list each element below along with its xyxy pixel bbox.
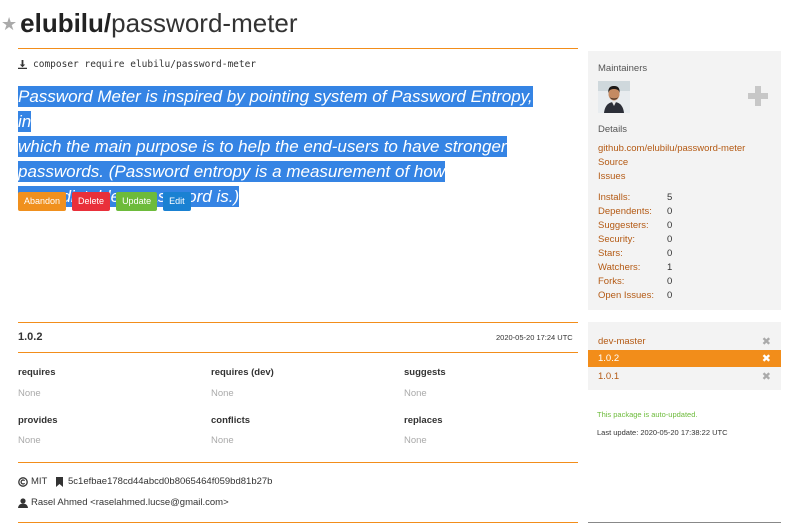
meta-divider [18,462,578,463]
commit-hash: 5c1efbae178cd44abcd0b8065464f059bd81b27b [68,476,273,487]
bookmark-icon [56,476,63,487]
stat-label[interactable]: Forks: [598,275,667,289]
stat-label[interactable]: Stars: [598,247,667,261]
stat-label[interactable]: Watchers: [598,261,667,275]
title-divider [18,48,578,49]
sidebar-footer-divider [588,522,781,523]
stat-value: 0 [667,206,673,217]
close-icon[interactable]: ✖ [762,335,771,348]
license-name: MIT [31,476,48,487]
star-icon[interactable]: ★ [1,14,17,35]
dep-value-replaces: None [404,435,427,446]
package-stats: Installs: 5 Dependents: 0 Suggesters: 0 … [598,191,672,303]
author: Rasel Ahmed <raselahmed.lucse@gmail.com> [18,497,229,508]
stat-value: 0 [667,248,673,259]
license: MIT [18,476,47,487]
package-title: ★ elubilu/ password-meter [0,8,298,44]
stat-label[interactable]: Security: [598,233,667,247]
stat-forks: Forks: 0 [598,275,672,289]
stat-label[interactable]: Dependents: [598,205,667,219]
auto-update-notice: This package is auto-updated. [597,410,698,419]
version-name: dev-master [598,336,646,347]
version-list: dev-master ✖ 1.0.2 ✖ 1.0.1 ✖ [588,322,781,390]
footer-divider [18,522,578,523]
close-icon[interactable]: ✖ [762,370,771,383]
action-buttons: Abandon Delete Update Edit [18,192,191,211]
last-update: Last update: 2020-05-20 17:38:22 UTC [597,428,728,437]
stat-watchers: Watchers: 1 [598,261,672,275]
description-line: Password Meter is inspired by pointing s… [18,86,533,132]
install-command[interactable]: composer require elubilu/password-meter [18,59,256,70]
version-divider-top [18,322,578,323]
dep-title-provides: provides [18,415,58,426]
package-sidebar: Maintainers Details github.com/elubilu/p… [588,51,781,310]
plus-icon[interactable] [748,86,768,106]
stat-value: 0 [667,220,673,231]
download-icon [18,60,27,69]
stat-security: Security: 0 [598,233,672,247]
version-item-1-0-2[interactable]: 1.0.2 ✖ [588,350,781,367]
dep-value-suggests: None [404,388,427,399]
stat-value: 0 [667,290,673,301]
package-vendor[interactable]: elubilu/ [20,8,111,39]
stat-installs: Installs: 5 [598,191,672,205]
description-line: passwords. (Password entropy is a measur… [18,161,446,182]
stat-suggesters: Suggesters: 0 [598,219,672,233]
source-link[interactable]: Source [598,157,628,168]
author-name: Rasel Ahmed <raselahmed.lucse@gmail.com> [31,497,229,508]
version-item-1-0-1[interactable]: 1.0.1 ✖ [588,368,781,385]
version-name: 1.0.2 [598,353,620,364]
copyright-icon [18,476,28,487]
dep-value-requires-dev: None [211,388,234,399]
dep-value-provides: None [18,435,41,446]
stat-value: 0 [667,234,673,245]
stat-label[interactable]: Suggesters: [598,219,667,233]
maintainers-label: Maintainers [598,63,648,74]
user-icon [18,497,28,508]
stat-open-issues: Open Issues: 0 [598,289,672,303]
stat-label[interactable]: Open Issues: [598,289,667,303]
dep-title-replaces: replaces [404,415,443,426]
edit-button[interactable]: Edit [163,192,191,211]
details-label: Details [598,124,628,135]
stat-value: 0 [667,276,673,287]
close-icon[interactable]: ✖ [762,352,771,365]
package-name: password-meter [111,8,298,38]
dep-title-requires: requires [18,367,56,378]
dep-title-conflicts: conflicts [211,415,251,426]
stat-dependents: Dependents: 0 [598,205,672,219]
avatar[interactable] [598,81,630,113]
repository-link[interactable]: github.com/elubilu/password-meter [598,143,745,154]
issues-link[interactable]: Issues [598,171,625,182]
dep-title-suggests: suggests [404,367,446,378]
version-divider [18,352,578,353]
version-item-dev-master[interactable]: dev-master ✖ [588,333,781,350]
stat-stars: Stars: 0 [598,247,672,261]
stat-value: 5 [667,192,673,203]
version-name: 1.0.1 [598,371,620,382]
package-description: Password Meter is inspired by pointing s… [18,84,538,209]
commit-reference: 5c1efbae178cd44abcd0b8065464f059bd81b27b [56,476,272,487]
update-button[interactable]: Update [116,192,158,211]
stat-value: 1 [667,262,673,273]
install-command-text: composer require elubilu/password-meter [33,59,257,70]
version-number: 1.0.2 [18,331,43,343]
description-line: which the main purpose is to help the en… [18,136,507,157]
dep-title-requires-dev: requires (dev) [211,367,274,378]
version-date: 2020-05-20 17:24 UTC [496,333,573,342]
dep-value-requires: None [18,388,41,399]
dep-value-conflicts: None [211,435,234,446]
stat-label[interactable]: Installs: [598,191,667,205]
abandon-button[interactable]: Abandon [18,192,67,211]
delete-button[interactable]: Delete [72,192,111,211]
